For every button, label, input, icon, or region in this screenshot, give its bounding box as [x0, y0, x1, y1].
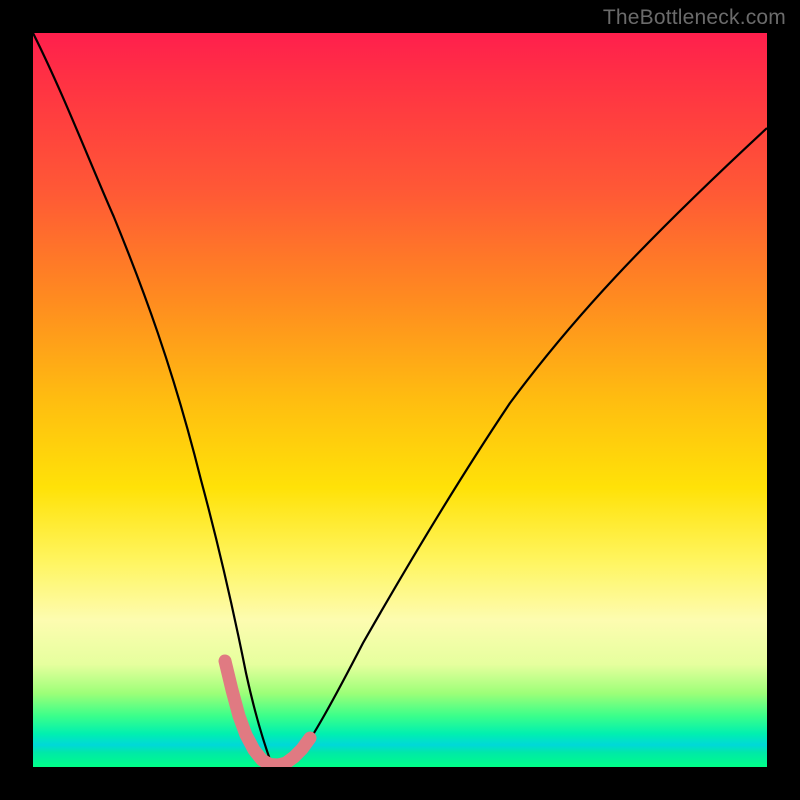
watermark-text: TheBottleneck.com — [603, 6, 786, 30]
plot-area — [33, 33, 767, 767]
curve-layer — [33, 33, 767, 767]
bottleneck-curve — [33, 33, 767, 766]
chart-frame: TheBottleneck.com — [0, 0, 800, 800]
